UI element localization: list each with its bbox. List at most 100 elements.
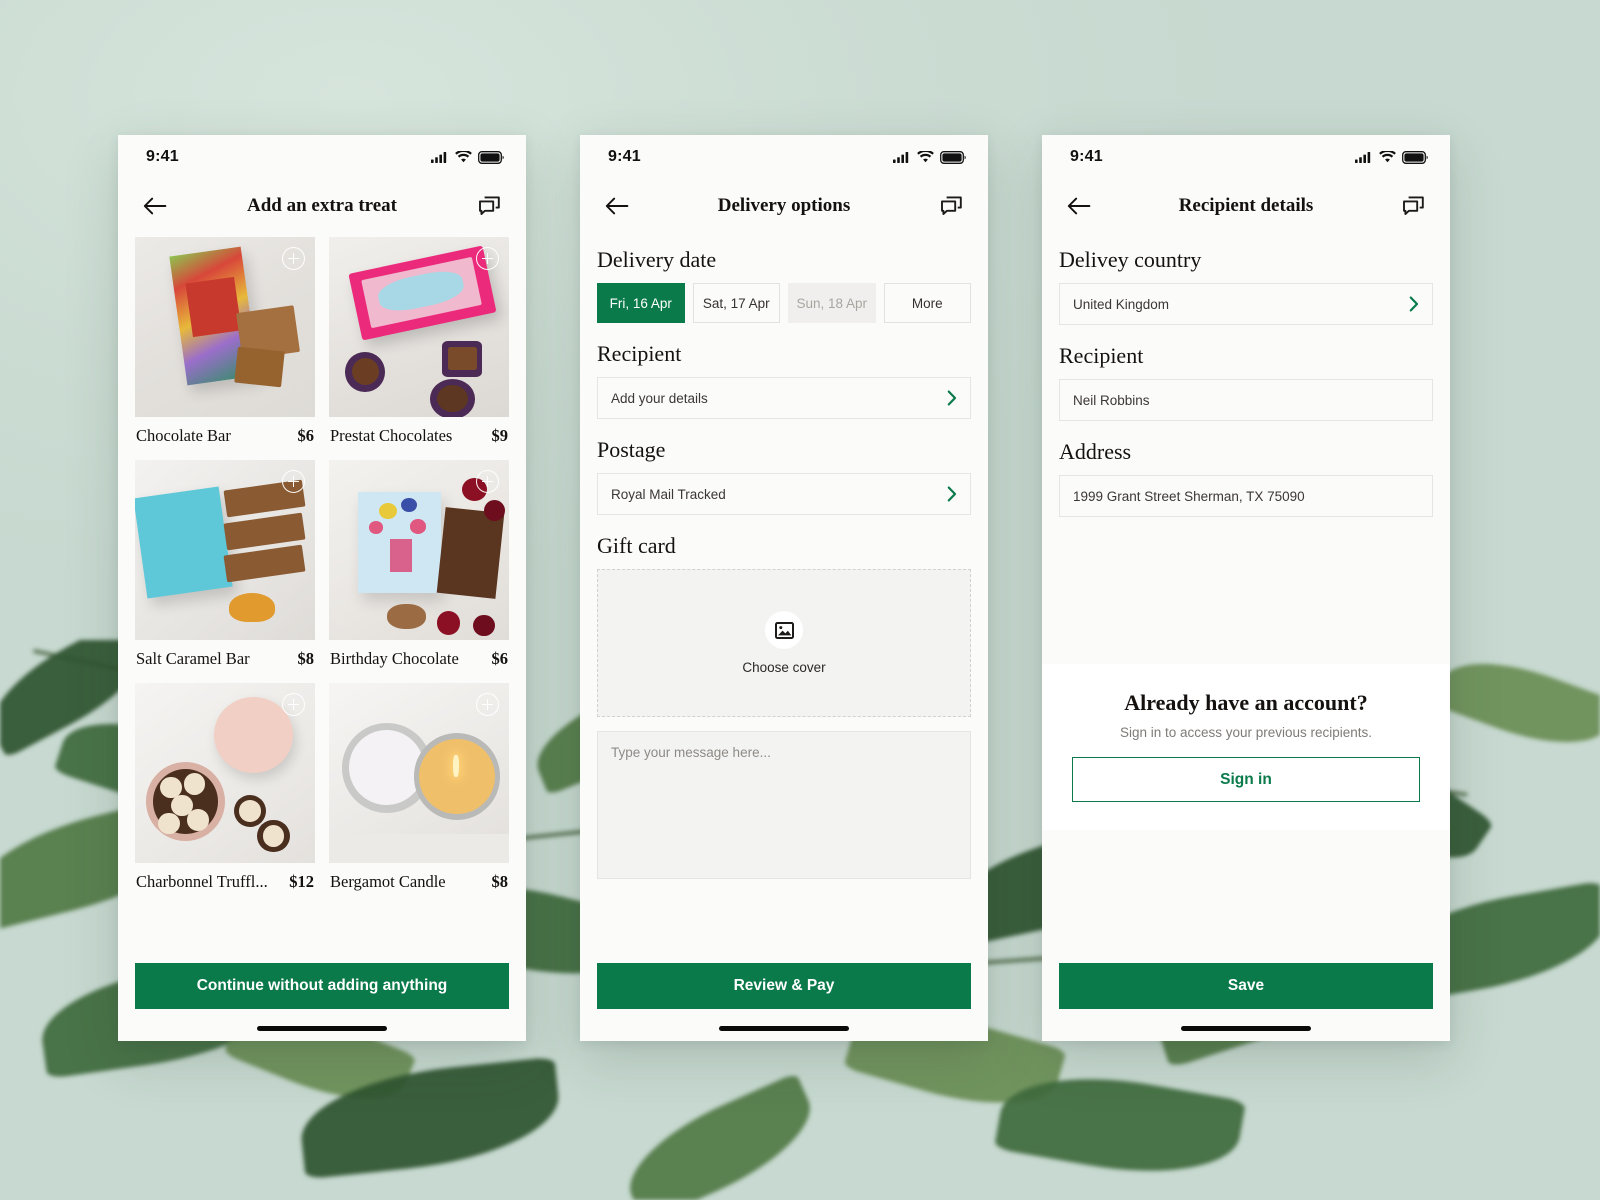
delivery-country-heading: Delivey country <box>1059 247 1202 272</box>
add-product-button[interactable] <box>476 470 499 493</box>
page-title: Delivery options <box>717 195 851 216</box>
already-have-account-title: Already have an account? <box>1124 690 1368 715</box>
product-image <box>329 460 509 640</box>
status-bar-icons <box>431 150 504 164</box>
product-card[interactable]: Prestat Chocolates $9 <box>329 237 509 454</box>
product-name: Prestat Chocolates <box>330 426 453 445</box>
add-product-button[interactable] <box>476 247 499 270</box>
product-card[interactable]: Salt Caramel Bar $8 <box>135 460 315 677</box>
gift-message-placeholder: Type your message here... <box>611 745 771 760</box>
phone-mockups: 9:41 Add an extra treat Chocolate Bar $6… <box>0 0 1600 1200</box>
page-title: Add an extra treat <box>246 195 398 216</box>
product-image <box>329 237 509 417</box>
postage-value: Royal Mail Tracked <box>611 486 726 502</box>
wifi-icon <box>455 151 472 163</box>
chevron-right-icon <box>947 486 957 502</box>
address-input[interactable]: 1999 Grant Street Sherman, TX 75090 <box>1059 475 1433 517</box>
recipient-field[interactable]: Add your details <box>597 377 971 419</box>
chevron-right-icon <box>1409 296 1419 312</box>
home-indicator <box>257 1026 387 1031</box>
back-button[interactable] <box>1062 189 1096 223</box>
screen-delivery-options: 9:41 Delivery options Delivery date Fri,… <box>580 135 988 1041</box>
product-meta: Salt Caramel Bar $8 <box>135 640 315 677</box>
product-card[interactable]: Bergamot Candle $8 <box>329 683 509 900</box>
status-bar-icons <box>893 150 966 164</box>
product-name: Chocolate Bar <box>136 426 231 445</box>
address-heading: Address <box>1059 439 1132 464</box>
recipient-name-value: Neil Robbins <box>1073 392 1150 408</box>
address-value: 1999 Grant Street Sherman, TX 75090 <box>1073 488 1305 504</box>
sign-in-button[interactable]: Sign in <box>1072 757 1420 802</box>
bottom-cta-bar: Save <box>1042 951 1450 1041</box>
cellular-signal-icon <box>893 151 911 163</box>
back-button[interactable] <box>138 189 172 223</box>
product-image <box>135 683 315 863</box>
already-have-account-card: Already have an account? Sign in to acce… <box>1042 664 1450 830</box>
recipient-heading: Recipient <box>597 341 682 366</box>
product-price: $9 <box>491 426 509 445</box>
chat-bubbles-icon[interactable] <box>1396 189 1430 223</box>
product-name: Bergamot Candle <box>330 872 446 891</box>
product-meta: Chocolate Bar $6 <box>135 417 315 454</box>
status-bar-time: 9:41 <box>608 148 641 165</box>
status-bar: 9:41 <box>1042 135 1450 179</box>
gift-message-input[interactable]: Type your message here... <box>597 731 971 879</box>
image-placeholder-icon <box>765 611 803 649</box>
chat-bubbles-icon[interactable] <box>472 189 506 223</box>
product-meta: Charbonnel Truffl... $12 <box>135 863 315 900</box>
screen-add-extra-treat: 9:41 Add an extra treat Chocolate Bar $6… <box>118 135 526 1041</box>
status-bar: 9:41 <box>118 135 526 179</box>
product-name: Salt Caramel Bar <box>136 649 250 668</box>
battery-icon <box>1402 150 1428 164</box>
product-price: $6 <box>491 649 509 668</box>
product-meta: Prestat Chocolates $9 <box>329 417 509 454</box>
product-name: Birthday Chocolate <box>330 649 459 668</box>
add-product-button[interactable] <box>282 247 305 270</box>
bottom-cta-bar: Continue without adding anything <box>118 951 526 1041</box>
product-meta: Bergamot Candle $8 <box>329 863 509 900</box>
status-bar-icons <box>1355 150 1428 164</box>
product-price: $6 <box>297 426 315 445</box>
home-indicator <box>1181 1026 1311 1031</box>
recipient-details-body: Delivey country United Kingdom Recipient… <box>1042 247 1450 830</box>
product-card[interactable]: Chocolate Bar $6 <box>135 237 315 454</box>
delivery-options-body: Delivery date Fri, 16 Apr Sat, 17 Apr Su… <box>580 247 988 879</box>
battery-icon <box>940 150 966 164</box>
nav-bar: Delivery options <box>580 179 988 233</box>
date-chip-more[interactable]: More <box>883 283 971 323</box>
home-indicator <box>719 1026 849 1031</box>
product-price: $8 <box>491 872 509 891</box>
chat-bubbles-icon[interactable] <box>934 189 968 223</box>
review-and-pay-button[interactable]: Review & Pay <box>597 963 971 1009</box>
chevron-right-icon <box>947 390 957 406</box>
nav-bar: Recipient details <box>1042 179 1450 233</box>
cellular-signal-icon <box>1355 151 1373 163</box>
delivery-country-field[interactable]: United Kingdom <box>1059 283 1433 325</box>
status-bar: 9:41 <box>580 135 988 179</box>
delivery-date-heading: Delivery date <box>597 247 717 272</box>
recipient-heading: Recipient <box>1059 343 1144 368</box>
cellular-signal-icon <box>431 151 449 163</box>
page-title: Recipient details <box>1178 195 1314 216</box>
status-bar-time: 9:41 <box>146 148 179 165</box>
add-product-button[interactable] <box>282 693 305 716</box>
product-card[interactable]: Charbonnel Truffl... $12 <box>135 683 315 900</box>
battery-icon <box>478 150 504 164</box>
delivery-country-value: United Kingdom <box>1073 296 1170 312</box>
back-button[interactable] <box>600 189 634 223</box>
product-image <box>135 237 315 417</box>
product-card[interactable]: Birthday Chocolate $6 <box>329 460 509 677</box>
add-product-button[interactable] <box>476 693 499 716</box>
postage-heading: Postage <box>597 437 666 462</box>
bottom-cta-bar: Review & Pay <box>580 951 988 1041</box>
wifi-icon <box>1379 151 1396 163</box>
recipient-name-input[interactable]: Neil Robbins <box>1059 379 1433 421</box>
choose-cover-dropzone[interactable]: Choose cover <box>597 569 971 717</box>
continue-without-adding-button[interactable]: Continue without adding anything <box>135 963 509 1009</box>
add-product-button[interactable] <box>282 470 305 493</box>
date-chip-fri-16-apr[interactable]: Fri, 16 Apr <box>597 283 685 323</box>
date-chip-sat-17-apr[interactable]: Sat, 17 Apr <box>692 283 780 323</box>
postage-field[interactable]: Royal Mail Tracked <box>597 473 971 515</box>
save-button[interactable]: Save <box>1059 963 1433 1009</box>
product-meta: Birthday Chocolate $6 <box>329 640 509 677</box>
